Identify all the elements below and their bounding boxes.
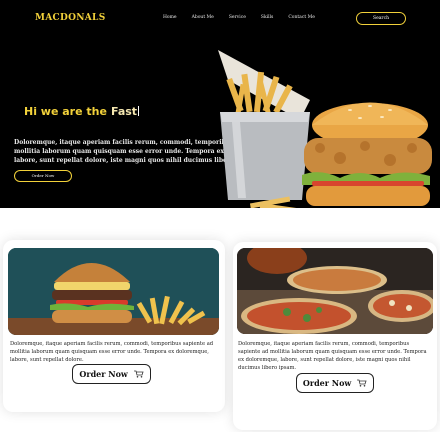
order-now-label: Order Now xyxy=(302,378,352,388)
burger-photo xyxy=(8,248,219,335)
nav-item-skills[interactable]: Skills xyxy=(261,15,273,20)
hero-burger-fries-image xyxy=(218,50,432,208)
nav-item-contact[interactable]: Contact Me xyxy=(288,15,315,20)
order-now-label: Order Now xyxy=(79,369,128,379)
order-now-button[interactable]: Order Now xyxy=(72,364,151,384)
product-card: Doloremque, itaque aperiam facilis rerum… xyxy=(3,240,225,412)
card-description: Doloremque, itaque aperiam facilis rerum… xyxy=(10,341,214,363)
order-now-button[interactable]: Order Now xyxy=(296,373,374,393)
typing-cursor xyxy=(138,106,140,116)
pizzas-photo xyxy=(237,248,433,334)
hero-section: MACDONALS Home About Me Service Skills C… xyxy=(0,0,440,208)
headline-prefix: Hi we are the xyxy=(24,105,107,118)
search-button[interactable]: Search xyxy=(356,12,406,25)
brand-logo[interactable]: MACDONALS xyxy=(35,13,106,23)
card-description: Doloremque, itaque aperiam facilis rerum… xyxy=(238,341,427,371)
hero-order-now-button[interactable]: Order Now xyxy=(14,170,72,182)
card-image-burger xyxy=(8,248,219,335)
card-image-pizzas xyxy=(237,248,433,334)
product-card: Doloremque, itaque aperiam facilis rerum… xyxy=(233,242,437,430)
top-nav: Home About Me Service Skills Contact Me xyxy=(163,15,315,20)
nav-item-service[interactable]: Service xyxy=(229,15,246,20)
featured-cards: Doloremque, itaque aperiam facilis rerum… xyxy=(0,208,440,432)
cart-icon xyxy=(133,370,144,378)
cart-icon xyxy=(357,379,367,387)
headline-word: Fast xyxy=(110,105,138,118)
nav-item-home[interactable]: Home xyxy=(163,15,177,20)
hero-headline: Hi we are the Fast xyxy=(24,105,140,118)
nav-item-about[interactable]: About Me xyxy=(192,15,214,20)
